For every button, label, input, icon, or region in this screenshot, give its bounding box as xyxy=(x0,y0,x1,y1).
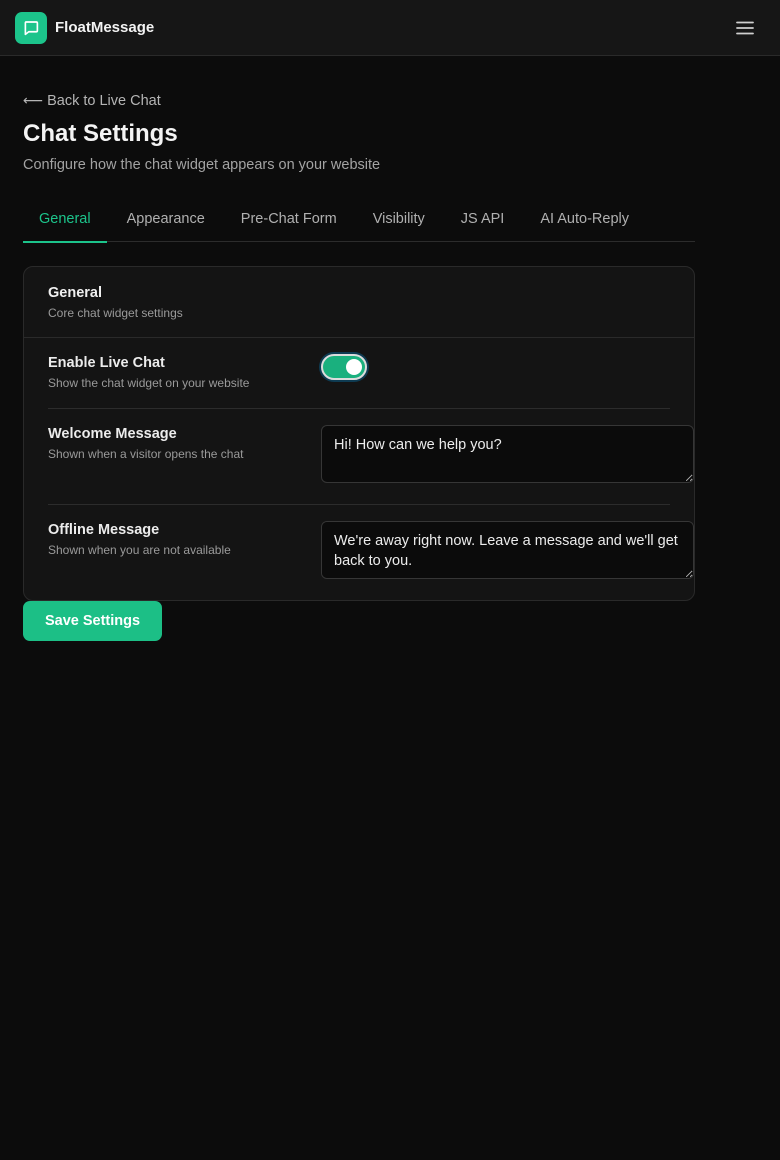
back-to-live-chat-link[interactable]: ⟵ Back to Live Chat xyxy=(23,92,161,109)
arrow-left-icon: ⟵ xyxy=(23,92,44,108)
welcome-message-textarea[interactable]: Hi! How can we help you? xyxy=(321,425,694,483)
divider xyxy=(48,504,670,505)
divider xyxy=(48,408,670,409)
toggle-knob xyxy=(346,359,362,375)
chat-bubble-icon[interactable] xyxy=(15,12,47,44)
enable-live-chat-setting: Enable Live Chat Show the chat widget on… xyxy=(48,354,670,390)
offline-message-setting: Offline Message Shown when you are not a… xyxy=(48,521,694,579)
tab-visibility[interactable]: Visibility xyxy=(357,198,441,242)
brand-name[interactable]: FloatMessage xyxy=(55,19,154,36)
welcome-message-setting: Welcome Message Shown when a visitor ope… xyxy=(48,425,694,483)
offline-message-textarea[interactable]: We're away right now. Leave a message an… xyxy=(321,521,694,579)
tab-appearance[interactable]: Appearance xyxy=(111,198,221,242)
page-title: Chat Settings xyxy=(23,120,178,147)
tab-general[interactable]: General xyxy=(23,198,107,243)
tab-ai-auto-reply[interactable]: AI Auto-Reply xyxy=(524,198,645,242)
general-settings-card: General Core chat widget settings Enable… xyxy=(23,266,695,601)
enable-live-chat-toggle[interactable] xyxy=(321,354,367,380)
tab-pre-chat-form[interactable]: Pre-Chat Form xyxy=(225,198,353,242)
settings-tabs: General Appearance Pre-Chat Form Visibil… xyxy=(23,198,695,243)
save-settings-button[interactable]: Save Settings xyxy=(23,601,162,641)
tab-js-api[interactable]: JS API xyxy=(445,198,521,242)
card-subtitle: Core chat widget settings xyxy=(48,306,183,320)
card-header: General Core chat widget settings xyxy=(24,267,694,338)
top-bar: FloatMessage xyxy=(0,0,780,56)
page-subtitle: Configure how the chat widget appears on… xyxy=(23,157,381,173)
back-link-label: Back to Live Chat xyxy=(47,92,161,109)
hamburger-menu-icon[interactable] xyxy=(733,18,757,38)
card-title: General xyxy=(48,285,102,301)
